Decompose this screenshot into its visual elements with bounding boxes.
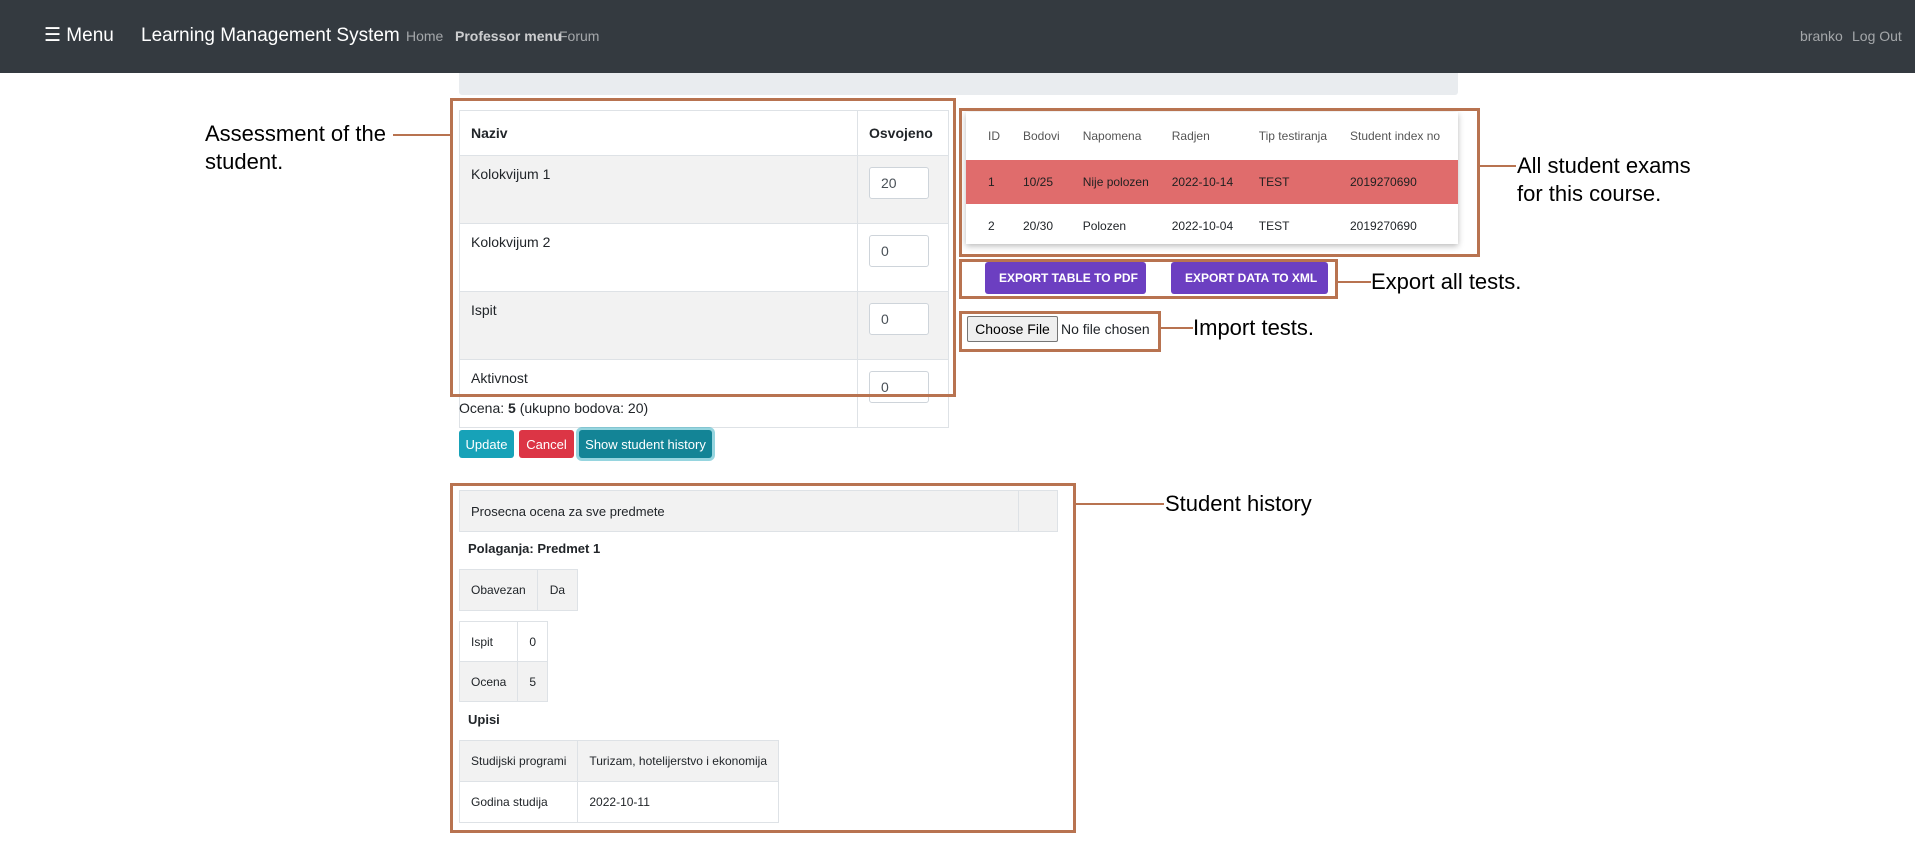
nav-link-home[interactable]: Home (406, 20, 443, 52)
cancel-button[interactable]: Cancel (519, 430, 574, 458)
import-annotation-box (959, 311, 1161, 352)
history-annotation-line (1076, 503, 1164, 505)
export-annotation-line (1338, 281, 1371, 283)
exams-annotation-line (1480, 165, 1516, 167)
export-annotation-text: Export all tests. (1371, 269, 1522, 294)
exams-annotation-box (959, 108, 1480, 257)
show-student-history-button[interactable]: Show student history (579, 430, 712, 458)
export-annotation-box (959, 259, 1338, 299)
assessment-annotation-box (450, 98, 956, 397)
import-annotation-line (1161, 327, 1193, 329)
exams-annotation-text: All student exams for this course. (1517, 152, 1691, 208)
grade-points: (ukupno bodova: 20) (515, 400, 649, 416)
breadcrumb (459, 73, 1458, 95)
menu-toggle-button[interactable]: ☰ Menu (44, 20, 114, 52)
annotation-line: Assessment of the (205, 121, 386, 146)
update-button[interactable]: Update (459, 430, 514, 458)
nav-link-forum[interactable]: Forum (559, 20, 599, 52)
brand-title[interactable]: Learning Management System (141, 20, 400, 52)
history-annotation-box (450, 483, 1076, 833)
nav-link-professor-menu[interactable]: Professor menu (455, 20, 562, 52)
annotation-line: student. (205, 149, 284, 174)
import-annotation-text: Import tests. (1193, 315, 1315, 340)
assessment-annotation-line (393, 134, 450, 136)
logout-link[interactable]: Log Out (1852, 20, 1902, 52)
annotation-line: All student exams (1517, 153, 1691, 178)
nav-user-name[interactable]: branko (1800, 20, 1843, 52)
history-annotation-text: Student history (1165, 491, 1312, 516)
grade-summary: Ocena: 5 (ukupno bodova: 20) (459, 398, 648, 418)
assessment-annotation-text: Assessment of the student. (205, 120, 386, 176)
annotation-line: for this course. (1517, 181, 1662, 206)
grade-prefix: Ocena: (459, 400, 509, 416)
grade-value: 5 (508, 400, 516, 416)
